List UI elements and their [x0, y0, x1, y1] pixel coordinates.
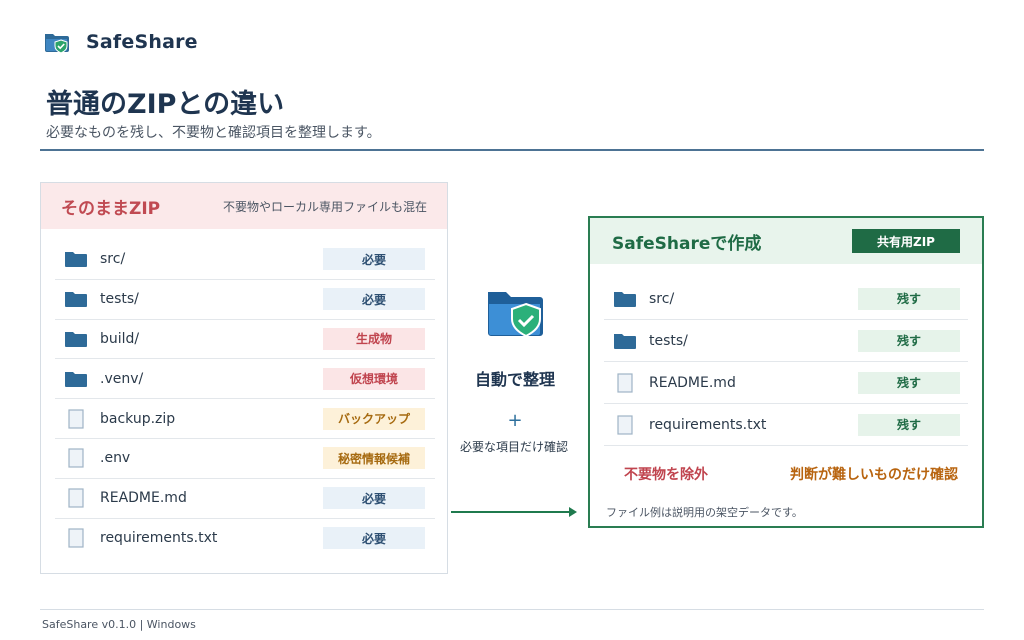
plain-zip-file-row: .env 秘密情報候補: [55, 439, 435, 479]
file-name: .venv/: [100, 370, 144, 387]
safeshare-file-list: src/残す tests/残す README.md 残す requirements.tx…: [604, 278, 968, 446]
status-badge: 残す: [858, 371, 960, 394]
file-icon: [63, 448, 89, 468]
folder-icon: [63, 369, 89, 389]
file-name: requirements.txt: [649, 416, 767, 433]
file-icon: [612, 372, 638, 393]
plus-sign: +: [507, 410, 523, 431]
status-badge: バックアップ: [323, 407, 425, 430]
safeshare-file-row: src/残す: [604, 278, 968, 320]
status-badge: 残す: [858, 329, 960, 352]
file-name: requirements.txt: [100, 530, 218, 547]
file-name: tests/: [100, 291, 139, 308]
safeshare-file-row: requirements.txt 残す: [604, 404, 968, 446]
status-badge: 仮想環境: [323, 367, 425, 390]
folder-icon: [63, 329, 89, 349]
folder-icon: [63, 289, 89, 309]
shield-folder-icon: [45, 34, 69, 54]
plain-zip-file-row: tests/必要: [55, 280, 435, 320]
safeshare-panel: SafeShareで作成 共有用ZIP src/残す tests/残す README…: [588, 216, 984, 528]
plain-zip-file-row: src/必要: [55, 240, 435, 280]
safeshare-file-row: README.md 残す: [604, 362, 968, 404]
status-badge: 必要: [323, 248, 425, 271]
auto-organize-label: 自動で整理: [474, 370, 555, 389]
plain-zip-panel: そのままZIP 不要物やローカル専用ファイルも混在 src/必要 tests/必要…: [40, 182, 448, 574]
status-badge: 秘密情報候補: [323, 447, 425, 470]
file-name: build/: [100, 330, 140, 347]
app-title: SafeShare: [86, 31, 198, 53]
file-icon: [612, 414, 638, 435]
title-divider: [40, 149, 984, 151]
plain-zip-file-row: backup.zip バックアップ: [55, 399, 435, 439]
arrow-line: [451, 511, 571, 513]
file-name: README.md: [100, 490, 187, 507]
file-name: README.md: [649, 374, 736, 391]
file-icon: [63, 408, 89, 429]
file-name: tests/: [649, 332, 688, 349]
footer-divider: [40, 609, 984, 610]
status-badge: 生成物: [323, 327, 425, 350]
shield-folder-icon: [488, 292, 543, 338]
plain-zip-file-row: .venv/仮想環境: [55, 359, 435, 400]
folder-icon: [612, 289, 638, 309]
file-icon: [63, 528, 89, 549]
file-icon: [63, 488, 89, 508]
safeshare-title: SafeShareで作成: [612, 233, 762, 254]
plain-zip-header: そのままZIP 不要物やローカル専用ファイルも混在: [41, 183, 447, 229]
plain-zip-file-row: README.md 必要: [55, 479, 435, 519]
plain-zip-note: 不要物やローカル専用ファイルも混在: [222, 199, 427, 214]
file-name: src/: [100, 251, 126, 268]
app-header: SafeShare: [44, 28, 198, 56]
safeshare-header: SafeShareで作成 共有用ZIP: [590, 218, 982, 264]
status-badge: 必要: [323, 527, 425, 550]
footer-version: SafeShare v0.1.0 | Windows: [42, 618, 196, 631]
safeshare-file-row: tests/残す: [604, 320, 968, 362]
status-badge: 残す: [858, 413, 960, 436]
footnote: ファイル例は説明用の架空データです。: [606, 506, 803, 519]
status-badge: 必要: [323, 288, 425, 311]
plain-zip-file-row: build/生成物: [55, 320, 435, 360]
arrow-right-icon: [569, 507, 577, 517]
folder-icon: [63, 249, 89, 269]
folder-icon: [612, 331, 638, 351]
plain-zip-file-row: requirements.txt 必要: [55, 519, 435, 559]
status-badge: 必要: [323, 487, 425, 510]
page-subtitle: 必要なものを残し、不要物と確認項目を整理します。: [46, 125, 381, 141]
file-name: src/: [649, 290, 675, 307]
shared-zip-badge: 共有用ZIP: [852, 229, 960, 253]
plain-zip-file-list: src/必要 tests/必要 build/生成物 .venv/仮想環境 backup.…: [55, 240, 435, 558]
status-badge: 残す: [858, 287, 960, 310]
file-name: backup.zip: [100, 410, 176, 427]
file-name: .env: [100, 450, 131, 467]
confirm-needed-label: 必要な項目だけ確認: [459, 440, 568, 454]
confirm-difficult-label: 判断が難しいものだけ確認: [790, 467, 958, 483]
plain-zip-title: そのままZIP: [61, 198, 161, 219]
page-title: 普通のZIPとの違い: [46, 89, 285, 120]
exclude-unneeded-label: 不要物を除外: [624, 467, 708, 483]
